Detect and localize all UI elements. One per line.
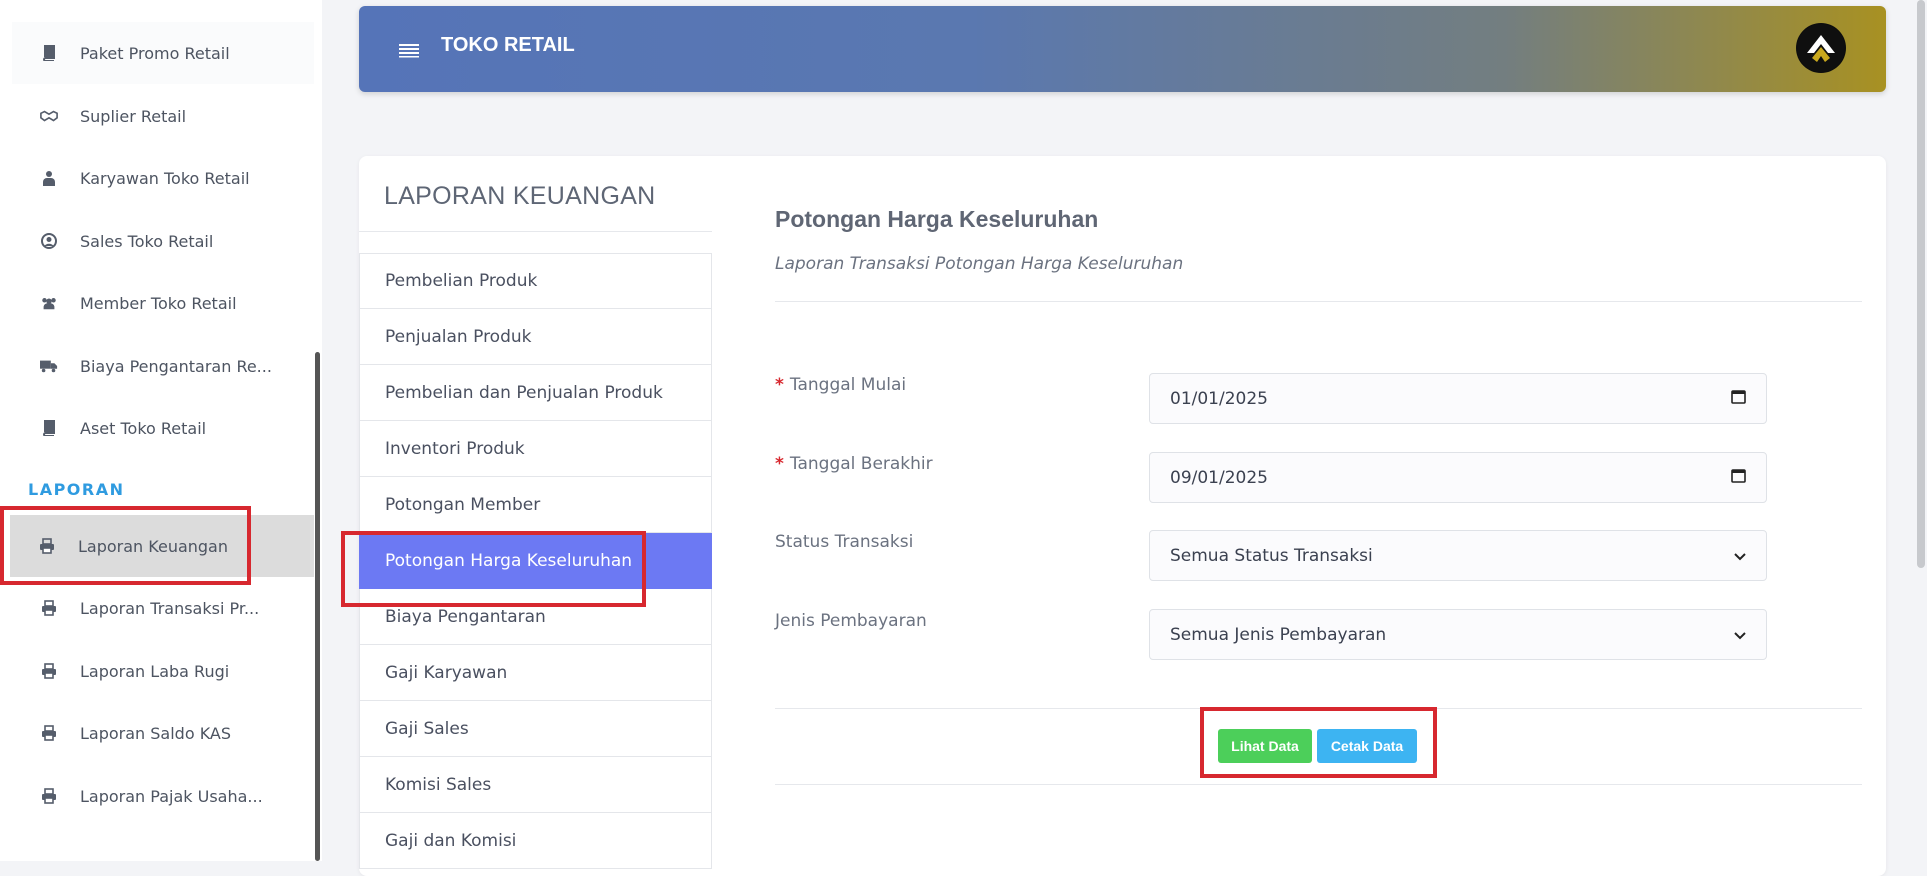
required-mark: * bbox=[775, 454, 784, 474]
user-circle-icon bbox=[40, 232, 58, 250]
handshake-icon bbox=[40, 107, 58, 125]
divider bbox=[775, 301, 1862, 302]
menu-item-biaya-pengantaran[interactable]: Biaya Pengantaran bbox=[359, 589, 712, 645]
report-menu: Pembelian Produk Penjualan Produk Pembel… bbox=[359, 253, 712, 869]
sidebar-item-label: Laporan Keuangan bbox=[78, 536, 228, 556]
start-date-input[interactable]: 01/01/2025 bbox=[1149, 373, 1767, 424]
payment-label: Jenis Pembayaran bbox=[775, 611, 927, 631]
sidebar-item-label: Laporan Pajak Usaha... bbox=[80, 786, 263, 806]
menu-item-gaji-karyawan[interactable]: Gaji Karyawan bbox=[359, 645, 712, 701]
menu-item-potongan-member[interactable]: Potongan Member bbox=[359, 477, 712, 533]
printer-icon bbox=[38, 537, 56, 555]
truck-icon bbox=[40, 357, 58, 375]
book-icon bbox=[40, 44, 58, 62]
sidebar-item-suplier[interactable]: Suplier Retail bbox=[12, 85, 314, 147]
printer-icon bbox=[40, 787, 58, 805]
top-header: TOKO RETAIL bbox=[359, 6, 1886, 92]
menu-item-komisi-sales[interactable]: Komisi Sales bbox=[359, 757, 712, 813]
start-date-label: * Tanggal Mulai bbox=[775, 375, 907, 395]
sidebar-item-label: Laporan Laba Rugi bbox=[80, 661, 230, 681]
divider bbox=[775, 708, 1862, 709]
menu-item-gaji-sales[interactable]: Gaji Sales bbox=[359, 701, 712, 757]
sidebar-item-label: Member Toko Retail bbox=[80, 293, 237, 313]
sidebar-item-sales[interactable]: Sales Toko Retail bbox=[12, 210, 314, 272]
page-scrollbar[interactable] bbox=[1917, 0, 1925, 568]
menu-item-pembelian-produk[interactable]: Pembelian Produk bbox=[359, 253, 712, 309]
sidebar-item-laporan-keuangan[interactable]: Laporan Keuangan bbox=[10, 515, 314, 577]
sidebar-item-label: Laporan Transaksi Pr... bbox=[80, 598, 260, 618]
end-date-value: 09/01/2025 bbox=[1170, 467, 1268, 488]
sidebar-scrollbar[interactable] bbox=[315, 352, 320, 861]
sidebar-item-aset[interactable]: Aset Toko Retail bbox=[12, 397, 314, 459]
chevron-down-icon bbox=[1734, 625, 1746, 645]
menu-icon[interactable] bbox=[399, 42, 419, 62]
required-mark: * bbox=[775, 375, 784, 395]
sidebar-item-laporan-pajak[interactable]: Laporan Pajak Usaha... bbox=[12, 765, 314, 827]
card-title: LAPORAN KEUANGAN bbox=[384, 182, 656, 210]
end-date-label: * Tanggal Berakhir bbox=[775, 454, 933, 474]
chevron-down-icon bbox=[1734, 546, 1746, 566]
calendar-icon[interactable] bbox=[1731, 468, 1746, 488]
divider bbox=[359, 231, 712, 232]
report-card: LAPORAN KEUANGAN Pembelian Produk Penjua… bbox=[359, 156, 1886, 876]
payment-select[interactable]: Semua Jenis Pembayaran bbox=[1149, 609, 1767, 660]
status-label: Status Transaksi bbox=[775, 532, 914, 552]
status-select[interactable]: Semua Status Transaksi bbox=[1149, 530, 1767, 581]
printer-icon bbox=[40, 599, 58, 617]
sidebar-item-label: Sales Toko Retail bbox=[80, 231, 214, 251]
payment-value: Semua Jenis Pembayaran bbox=[1170, 624, 1387, 645]
report-subtitle: Laporan Transaksi Potongan Harga Keselur… bbox=[775, 254, 1184, 274]
sidebar: Paket Promo Retail Suplier Retail Karyaw… bbox=[0, 0, 322, 861]
sidebar-item-paket-promo[interactable]: Paket Promo Retail bbox=[12, 22, 314, 84]
menu-item-inventori[interactable]: Inventori Produk bbox=[359, 421, 712, 477]
sidebar-item-label: Paket Promo Retail bbox=[80, 43, 230, 63]
user-tie-icon bbox=[40, 169, 58, 187]
menu-item-potongan-harga[interactable]: Potongan Harga Keseluruhan bbox=[359, 533, 712, 589]
sidebar-item-biaya-pengantaran[interactable]: Biaya Pengantaran Re... bbox=[12, 335, 314, 397]
sidebar-item-laporan-saldo-kas[interactable]: Laporan Saldo KAS bbox=[12, 702, 314, 764]
sidebar-item-label: Karyawan Toko Retail bbox=[80, 168, 250, 188]
sidebar-item-laporan-transaksi[interactable]: Laporan Transaksi Pr... bbox=[12, 577, 314, 639]
book-icon bbox=[40, 419, 58, 437]
sidebar-item-laporan-laba-rugi[interactable]: Laporan Laba Rugi bbox=[12, 640, 314, 702]
sidebar-item-karyawan[interactable]: Karyawan Toko Retail bbox=[12, 147, 314, 209]
calendar-icon[interactable] bbox=[1731, 389, 1746, 409]
sidebar-item-label: Aset Toko Retail bbox=[80, 418, 207, 438]
end-date-input[interactable]: 09/01/2025 bbox=[1149, 452, 1767, 503]
sidebar-item-label: Suplier Retail bbox=[80, 106, 187, 126]
start-date-value: 01/01/2025 bbox=[1170, 388, 1268, 409]
print-data-button[interactable]: Cetak Data bbox=[1317, 729, 1417, 763]
app-title: TOKO RETAIL bbox=[441, 34, 575, 56]
view-data-button[interactable]: Lihat Data bbox=[1218, 729, 1312, 763]
status-value: Semua Status Transaksi bbox=[1170, 545, 1373, 566]
printer-icon bbox=[40, 662, 58, 680]
printer-icon bbox=[40, 724, 58, 742]
menu-item-pembelian-penjualan[interactable]: Pembelian dan Penjualan Produk bbox=[359, 365, 712, 421]
sidebar-item-label: Laporan Saldo KAS bbox=[80, 723, 232, 743]
users-icon bbox=[40, 294, 58, 312]
divider bbox=[775, 784, 1862, 785]
sidebar-section-laporan: LAPORAN bbox=[28, 480, 125, 499]
user-avatar[interactable] bbox=[1796, 23, 1846, 73]
menu-item-penjualan-produk[interactable]: Penjualan Produk bbox=[359, 309, 712, 365]
sidebar-item-label: Biaya Pengantaran Re... bbox=[80, 356, 272, 376]
report-title: Potongan Harga Keseluruhan bbox=[775, 206, 1099, 232]
sidebar-item-member[interactable]: Member Toko Retail bbox=[12, 272, 314, 334]
